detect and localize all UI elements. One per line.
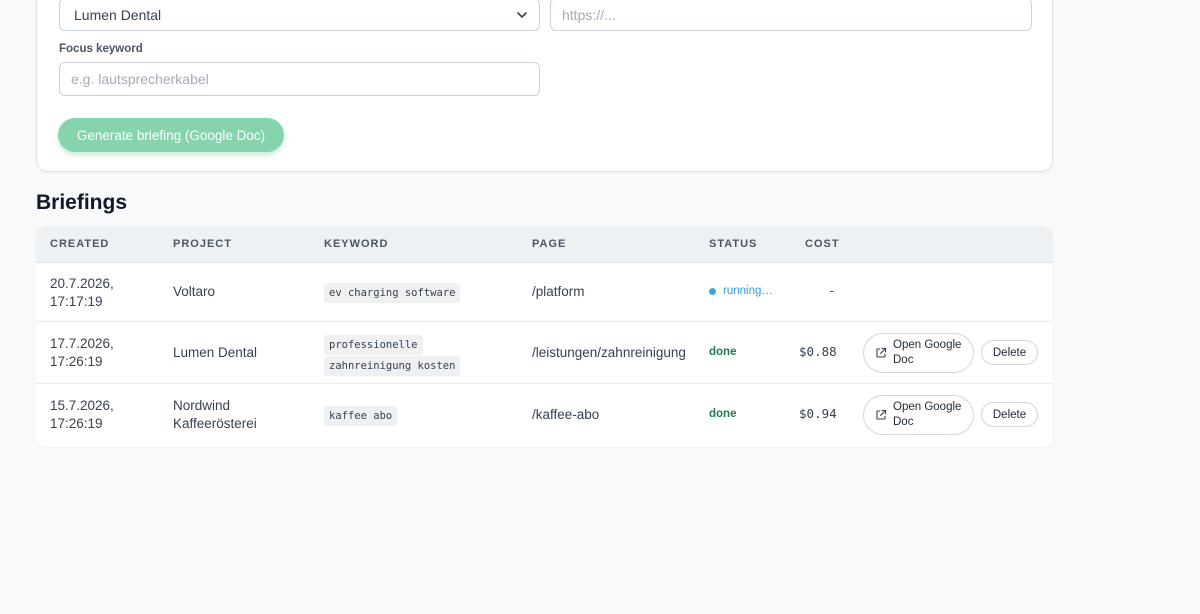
external-link-icon bbox=[876, 347, 887, 358]
project-select-value: Lumen Dental bbox=[74, 6, 162, 23]
column-header-status: STATUS bbox=[709, 238, 758, 250]
table-row: 20.7.2026, 17:17:19 Voltaro ev charging … bbox=[36, 263, 1053, 322]
column-header-keyword: KEYWORD bbox=[324, 238, 389, 250]
focus-keyword-label: Focus keyword bbox=[59, 43, 143, 55]
cost-cell: $0.88 bbox=[799, 344, 837, 359]
briefings-table: CREATED PROJECT KEYWORD PAGE STATUS COST… bbox=[36, 226, 1053, 447]
delete-button[interactable]: Delete bbox=[981, 340, 1038, 365]
created-cell: 15.7.2026, 17:26:19 bbox=[50, 398, 114, 431]
table-row: 15.7.2026, 17:26:19 Nordwind Kaffeeröste… bbox=[36, 384, 1053, 447]
project-cell: Nordwind Kaffeerösterei bbox=[173, 398, 257, 431]
status-badge: done bbox=[709, 408, 737, 420]
chevron-down-icon bbox=[517, 12, 527, 18]
created-cell: 17.7.2026, 17:26:19 bbox=[50, 336, 114, 369]
external-link-icon bbox=[876, 409, 887, 420]
column-header-page: PAGE bbox=[532, 238, 567, 250]
table-row: 17.7.2026, 17:26:19 Lumen Dental profess… bbox=[36, 322, 1053, 384]
project-cell: Lumen Dental bbox=[173, 345, 258, 360]
project-select[interactable]: Lumen Dental bbox=[59, 0, 540, 31]
project-cell: Voltaro bbox=[173, 284, 216, 299]
column-header-cost: COST bbox=[805, 238, 840, 250]
column-header-project: PROJECT bbox=[173, 238, 232, 250]
generate-briefing-button[interactable]: Generate briefing (Google Doc) bbox=[58, 118, 284, 152]
page-cell: /kaffee-abo bbox=[532, 407, 600, 422]
keyword-cell: ev charging software bbox=[324, 283, 461, 304]
status-dot-icon bbox=[709, 287, 716, 295]
page-url-input[interactable] bbox=[550, 0, 1032, 31]
column-header-created: CREATED bbox=[50, 238, 110, 250]
page-cell: /leistungen/zahnreinigung bbox=[532, 345, 686, 360]
open-google-doc-button[interactable]: Open Google Doc bbox=[863, 333, 974, 373]
cost-cell: $0.94 bbox=[799, 406, 837, 421]
briefing-form-card: Lumen Dental Focus keyword Generate brie… bbox=[36, 0, 1053, 172]
table-header: CREATED PROJECT KEYWORD PAGE STATUS COST bbox=[36, 226, 1053, 263]
keyword-cell: kaffee abo bbox=[324, 406, 398, 427]
open-google-doc-button[interactable]: Open Google Doc bbox=[863, 395, 974, 435]
cost-cell: - bbox=[828, 283, 836, 298]
delete-button[interactable]: Delete bbox=[981, 402, 1038, 427]
status-badge: done bbox=[709, 346, 737, 358]
focus-keyword-input[interactable] bbox=[59, 62, 540, 96]
created-cell: 20.7.2026, 17:17:19 bbox=[50, 276, 114, 309]
briefings-title: Briefings bbox=[36, 191, 128, 214]
open-google-doc-label: Open Google Doc bbox=[893, 401, 962, 428]
open-google-doc-label: Open Google Doc bbox=[893, 339, 962, 366]
keyword-cell: professionelle zahnreinigung kosten bbox=[324, 335, 461, 377]
page-cell: /platform bbox=[532, 284, 585, 299]
status-badge: running… bbox=[709, 285, 773, 297]
